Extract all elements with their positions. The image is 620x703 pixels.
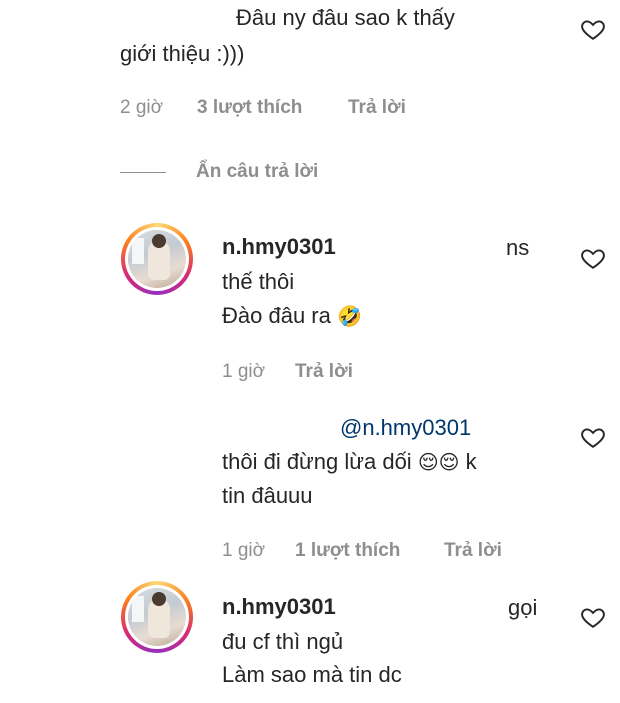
likes-count-link[interactable]: 3 lượt thích <box>197 96 302 120</box>
hide-replies-button[interactable]: Ẩn câu trả lời <box>196 160 318 184</box>
likes-count-link[interactable]: 1 lượt thích <box>295 539 400 563</box>
comment-time: 2 giờ <box>120 97 164 118</box>
mention-link[interactable]: @n.hmy0301 <box>340 413 471 443</box>
reply-button[interactable]: Trả lời <box>444 539 502 563</box>
relieved-emoji: 😌😌 <box>417 450 460 474</box>
reply-text-line3-text: Đào đâu ra <box>222 303 331 328</box>
reply-button[interactable]: Trả lời <box>295 360 353 384</box>
reply-time: 1 giờ <box>222 361 266 382</box>
heart-icon[interactable] <box>580 424 606 450</box>
username-link[interactable]: n.hmy0301 <box>222 592 336 622</box>
avatar[interactable] <box>121 223 193 295</box>
rofl-emoji: 🤣 <box>336 304 362 328</box>
reply-button[interactable]: Trả lời <box>348 96 406 120</box>
reply-text-line3: Đào đâu ra 🤣 <box>222 298 362 334</box>
reply-text-line2: đu cf thì ngủ <box>222 629 344 654</box>
reply-text-end: gọi <box>508 595 538 620</box>
reply-text-line2: thế thôi <box>222 269 295 294</box>
reply-text-end: ns <box>506 235 530 260</box>
reply-text-line1: thôi đi đừng lừa dối 😌😌 k <box>222 444 477 480</box>
reply-time: 1 giờ <box>222 540 266 561</box>
replies-divider <box>120 172 166 173</box>
comment-text-line2: giới thiệu :))) <box>120 41 245 66</box>
reply-text-line1-text: thôi đi đừng lừa dối <box>222 449 412 474</box>
comment-text-line1: Đâu ny đâu sao k thấy <box>236 5 455 30</box>
heart-icon[interactable] <box>580 245 606 271</box>
reply-text-line2: tin đâuuu <box>222 483 313 508</box>
reply-text-line1-end: k <box>465 449 477 474</box>
heart-icon[interactable] <box>580 16 606 42</box>
reply-text-line3: Làm sao mà tin dc <box>222 662 402 687</box>
username-link[interactable]: n.hmy0301 <box>222 232 336 262</box>
avatar[interactable] <box>121 581 193 653</box>
heart-icon[interactable] <box>580 604 606 630</box>
